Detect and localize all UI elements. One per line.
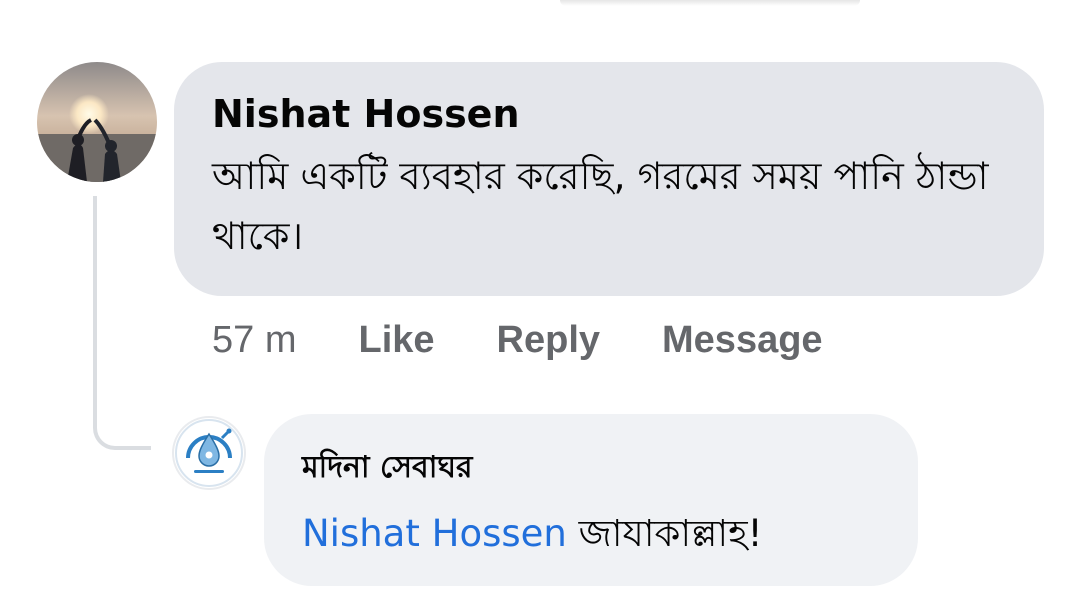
comment-text: আমি একটি ব্যবহার করেছি, গরমের সময় পানি … xyxy=(212,154,989,258)
comment-timestamp[interactable]: 57 m xyxy=(212,319,296,362)
water-drop-logo-icon xyxy=(175,419,243,487)
reply-author-avatar[interactable] xyxy=(174,418,244,488)
reply-text: Nishat Hossen জাযাকাল্লাহ! xyxy=(302,508,880,560)
like-button[interactable]: Like xyxy=(358,319,434,362)
comment-bubble: Nishat Hossen আমি একটি ব্যবহার করেছি, গর… xyxy=(174,62,1044,296)
mention-link[interactable]: Nishat Hossen xyxy=(302,512,567,555)
reply-thread-connector xyxy=(93,196,151,450)
message-button[interactable]: Message xyxy=(662,319,823,362)
reply-bubble: মদিনা সেবাঘর Nishat Hossen জাযাকাল্লাহ! xyxy=(264,414,918,586)
comment-actions: 57 m Like Reply Message xyxy=(212,312,885,368)
comment-author-name[interactable]: Nishat Hossen xyxy=(212,88,1006,140)
reply-button[interactable]: Reply xyxy=(497,319,600,362)
sunset-photo-icon xyxy=(37,62,157,182)
reply-message: জাযাকাল্লাহ! xyxy=(578,512,763,555)
commenter-avatar[interactable] xyxy=(37,62,157,182)
reply-author-name[interactable]: মদিনা সেবাঘর xyxy=(302,448,880,488)
previous-content-edge xyxy=(560,0,860,6)
